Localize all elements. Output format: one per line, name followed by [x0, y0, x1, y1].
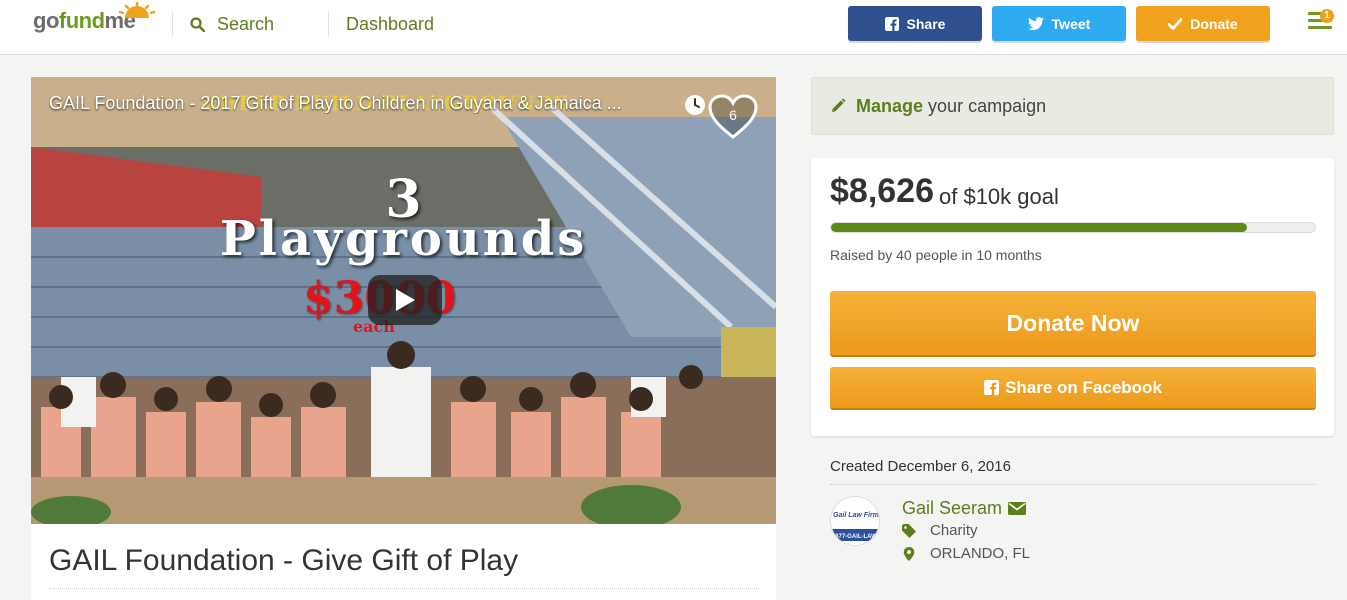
donation-stats-card: $8,626 of $10k goal Raised by 40 people … — [811, 158, 1334, 436]
organizer-name: Gail Seeram — [902, 498, 1003, 518]
watch-later-icon[interactable] — [685, 95, 705, 115]
organizer-location: ORLANDO, FL — [902, 545, 1030, 562]
envelope-icon[interactable] — [1008, 502, 1027, 515]
logo-phone-text: 877-GAIL-LAW — [835, 534, 877, 540]
created-date: Created December 6, 2016 — [830, 458, 1011, 475]
organizer-name-link[interactable]: Gail Seeram — [902, 498, 1027, 519]
play-button[interactable] — [368, 275, 442, 325]
campaign-video[interactable]: #HELP BUILD PLAYGROUNDS 3 Playgrounds $3… — [31, 77, 776, 524]
twitter-icon — [1027, 16, 1044, 30]
raised-summary: Raised by 40 people in 10 months — [830, 247, 1042, 263]
pencil-icon — [832, 98, 846, 112]
goal-text: of $10k goal — [939, 184, 1059, 209]
heart-count: 6 — [729, 107, 737, 123]
campaign-title: GAIL Foundation - Give Gift of Play — [49, 544, 519, 577]
manage-rest: your campaign — [928, 95, 1047, 116]
logo-firm-text: Gail Law Firm — [833, 512, 879, 519]
search-link[interactable]: Search — [190, 14, 274, 35]
organizer-category: Charity — [902, 522, 978, 539]
video-title[interactable]: GAIL Foundation - 2017 Gift of Play to C… — [49, 93, 689, 114]
donate-now-button[interactable]: Donate Now — [830, 291, 1316, 355]
checkmark-icon — [1168, 17, 1183, 30]
progress-fill — [831, 223, 1248, 232]
progress-bar — [830, 222, 1316, 233]
location-label: ORLANDO, FL — [930, 545, 1031, 562]
title-divider — [49, 588, 759, 589]
tweet-label: Tweet — [1051, 15, 1091, 32]
gofundme-logo[interactable]: gofundme — [33, 2, 156, 34]
campaign-title-card: GAIL Foundation - Give Gift of Play — [31, 524, 776, 600]
facebook-icon — [884, 16, 899, 31]
top-nav: gofundme Search Dashboard Share Tweet Do… — [0, 0, 1347, 55]
search-label: Search — [217, 14, 275, 34]
location-pin-icon — [903, 546, 915, 561]
share-label: Share — [906, 15, 946, 32]
nav-divider — [328, 12, 329, 36]
video-overlay-word: Playgrounds — [219, 211, 588, 267]
share-facebook-label: Share on Facebook — [1005, 377, 1162, 397]
logo-text-go: go — [33, 8, 59, 33]
organizer-avatar[interactable]: Gail Law Firm 877-GAIL-LAW — [830, 496, 880, 546]
share-on-facebook-button[interactable]: Share on Facebook — [830, 367, 1316, 408]
amount-raised: $8,626 — [830, 172, 934, 210]
sun-logo-icon — [118, 2, 156, 18]
tweet-button[interactable]: Tweet — [992, 6, 1126, 41]
logo-text-fund: fund — [58, 8, 105, 33]
search-icon — [190, 17, 205, 32]
created-divider — [830, 484, 1316, 485]
manage-strong: Manage — [856, 95, 924, 116]
donate-button[interactable]: Donate — [1136, 6, 1270, 41]
tag-icon — [902, 523, 916, 538]
nav-divider — [172, 12, 173, 36]
dashboard-link[interactable]: Dashboard — [346, 14, 434, 35]
manage-campaign-link[interactable]: Manage your campaign — [811, 77, 1334, 135]
donate-label: Donate — [1190, 15, 1238, 32]
share-button[interactable]: Share — [848, 6, 982, 41]
play-icon — [396, 289, 415, 311]
notification-badge: 1 — [1320, 9, 1334, 23]
category-label[interactable]: Charity — [930, 522, 978, 539]
facebook-icon — [984, 380, 1000, 395]
